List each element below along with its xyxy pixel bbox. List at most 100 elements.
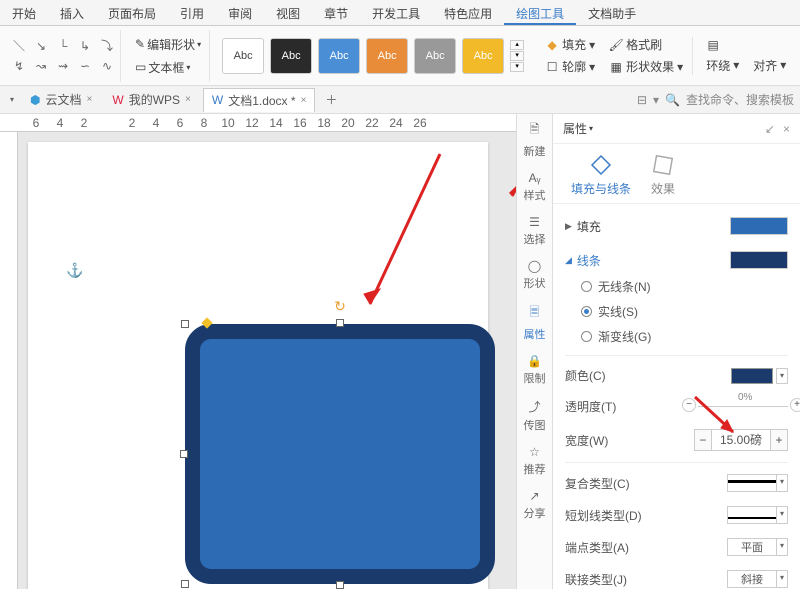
annotation-arrow-4 (685, 392, 745, 442)
line-icon[interactable]: ＼ (10, 37, 28, 55)
style-swatch-3[interactable]: Abc (318, 38, 360, 74)
gallery-up-button[interactable]: ▴ (510, 40, 524, 50)
radio-gradient-line[interactable]: 渐变线(G) (581, 328, 788, 345)
panel-tab-fill-line[interactable]: 填充与线条 (571, 154, 631, 197)
file-icon: 🗎 (530, 120, 540, 141)
panel-tab-effect[interactable]: 效果 (651, 154, 675, 197)
close-icon[interactable]: × (185, 94, 191, 105)
tab-view[interactable]: 视图 (264, 0, 312, 25)
doc-tab-cloud[interactable]: ⬢云文档× (22, 88, 100, 111)
style-icon: Aᵧ (529, 171, 541, 185)
selected-shape[interactable]: ↻ (185, 324, 495, 584)
strip-style[interactable]: Aᵧ样式 (524, 171, 546, 203)
fill-button[interactable]: ◆填充▾ (542, 35, 598, 54)
strip-select[interactable]: ☰选择 (524, 215, 546, 247)
fill-line-icon (590, 154, 612, 176)
tab-page-layout[interactable]: 页面布局 (96, 0, 168, 25)
edit-shape-button[interactable]: ✎编辑形状▾ (131, 34, 205, 55)
connector1-icon[interactable]: ↯ (10, 57, 28, 75)
tab-chapter[interactable]: 章节 (312, 0, 360, 25)
strip-properties[interactable]: 🗏属性 (524, 303, 546, 342)
line-color-picker[interactable] (731, 368, 773, 384)
gallery-scroll: ▴ ▾ ▾ (510, 40, 524, 72)
horizontal-ruler[interactable]: 6422468101214161820222426 (0, 114, 516, 132)
connector4-icon[interactable]: ∽ (76, 57, 94, 75)
resize-handle-nw[interactable] (181, 320, 189, 328)
panel-close-button[interactable]: × (783, 122, 790, 136)
tab-review[interactable]: 审阅 (216, 0, 264, 25)
join-dropdown[interactable]: 斜接▾ (727, 570, 788, 588)
connector5-icon[interactable]: ∿ (98, 57, 116, 75)
tab-developer[interactable]: 开发工具 (360, 0, 432, 25)
collapse-ribbon-icon[interactable]: ⊟ (637, 93, 647, 107)
search-placeholder: 查找命令、搜索模板 (686, 91, 794, 108)
style-swatch-4[interactable]: Abc (366, 38, 408, 74)
dash-dropdown[interactable]: ▾ (727, 506, 788, 524)
radio-no-line[interactable]: 无线条(N) (581, 278, 788, 295)
section-fill[interactable]: ▶填充 (565, 212, 788, 240)
section-line[interactable]: ◢线条 (565, 246, 788, 274)
tab-special[interactable]: 特色应用 (432, 0, 504, 25)
connector2-icon[interactable]: ↝ (32, 57, 50, 75)
wrap-button[interactable]: ▤ (703, 37, 789, 53)
width-increment[interactable]: + (770, 429, 788, 451)
transparency-plus[interactable]: + (790, 398, 800, 412)
panel-pin-button[interactable]: ↙ (765, 122, 775, 136)
properties-panel: 属性▾ ↙ × 填充与线条 效果 ▶填充 ◢线条 无线条(N) (552, 114, 800, 589)
connector3-icon[interactable]: ⇝ (54, 57, 72, 75)
style-swatch-6[interactable]: Abc (462, 38, 504, 74)
shape-style-gallery: Abc Abc Abc Abc Abc Abc ▴ ▾ ▾ (216, 38, 530, 74)
command-search[interactable]: ⊟ ▾ 🔍 查找命令、搜索模板 (637, 91, 794, 108)
tab-doc-assistant[interactable]: 文档助手 (576, 0, 648, 25)
vertical-ruler[interactable] (0, 132, 18, 589)
doc-tab-mywps[interactable]: W我的WPS× (104, 88, 199, 111)
tab-reference[interactable]: 引用 (168, 0, 216, 25)
document-canvas[interactable]: 6422468101214161820222426 ⚓ ↻ (0, 114, 516, 589)
resize-handle-sw[interactable] (181, 580, 189, 588)
resize-handle-w[interactable] (180, 450, 188, 458)
curve-icon[interactable]: ⤵ (98, 37, 116, 55)
panel-title: 属性 (563, 120, 587, 137)
elbow-arrow-icon[interactable]: ↳ (76, 37, 94, 55)
rounded-rectangle[interactable] (185, 324, 495, 584)
close-icon[interactable]: × (87, 94, 93, 105)
style-swatch-2[interactable]: Abc (270, 38, 312, 74)
gallery-down-button[interactable]: ▾ (510, 51, 524, 61)
wrap-dropdown[interactable]: 环绕▾ (703, 56, 742, 75)
close-icon[interactable]: × (301, 95, 307, 106)
menu-icon[interactable]: ▾ (653, 93, 659, 107)
tab-start[interactable]: 开始 (0, 0, 48, 25)
compound-dropdown[interactable]: ▾ (727, 474, 788, 492)
shape-format-group: ◆填充▾ 🖌格式刷 ☐轮廓▾ ▦形状效果▾ (536, 35, 686, 76)
strip-recommend[interactable]: ☆推荐 (524, 445, 546, 477)
format-painter-button[interactable]: 🖌格式刷 (606, 35, 665, 54)
strip-new[interactable]: 🗎新建 (524, 120, 546, 159)
strip-shape[interactable]: ◯形状 (524, 259, 546, 291)
resize-handle-s[interactable] (336, 581, 344, 589)
outline-button[interactable]: ☐轮廓▾ (542, 57, 598, 76)
tab-drawing-tools[interactable]: 绘图工具 (504, 0, 576, 25)
shape-effect-button[interactable]: ▦形状效果▾ (606, 57, 686, 76)
row-join: 联接类型(J) 斜接▾ (565, 563, 788, 589)
strip-upload[interactable]: ⤴传图 (524, 398, 546, 433)
annotation-arrow-3 (502, 144, 516, 204)
line-color-swatch[interactable] (730, 251, 788, 269)
tab-insert[interactable]: 插入 (48, 0, 96, 25)
style-swatch-5[interactable]: Abc (414, 38, 456, 74)
arrow-icon[interactable]: ↘ (32, 37, 50, 55)
gallery-more-button[interactable]: ▾ (510, 62, 524, 72)
panel-header: 属性▾ ↙ × (553, 114, 800, 144)
cap-dropdown[interactable]: 平面▾ (727, 538, 788, 556)
elbow-icon[interactable]: └ (54, 37, 72, 55)
strip-share[interactable]: ↗分享 (524, 489, 546, 521)
align-dropdown[interactable]: 对齐▾ (750, 56, 789, 75)
text-box-button[interactable]: ▭文本框▾ (131, 57, 205, 78)
doc-tab-menu-icon[interactable]: ▾ (6, 93, 18, 106)
radio-solid-line[interactable]: 实线(S) (581, 303, 788, 320)
doc-tab-doc1[interactable]: W文档1.docx *× (203, 88, 316, 112)
new-tab-button[interactable]: ＋ (319, 89, 343, 110)
strip-restrict[interactable]: 🔒限制 (524, 354, 546, 386)
fill-color-swatch[interactable] (730, 217, 788, 235)
color-dropdown[interactable]: ▾ (776, 368, 788, 384)
style-swatch-1[interactable]: Abc (222, 38, 264, 74)
